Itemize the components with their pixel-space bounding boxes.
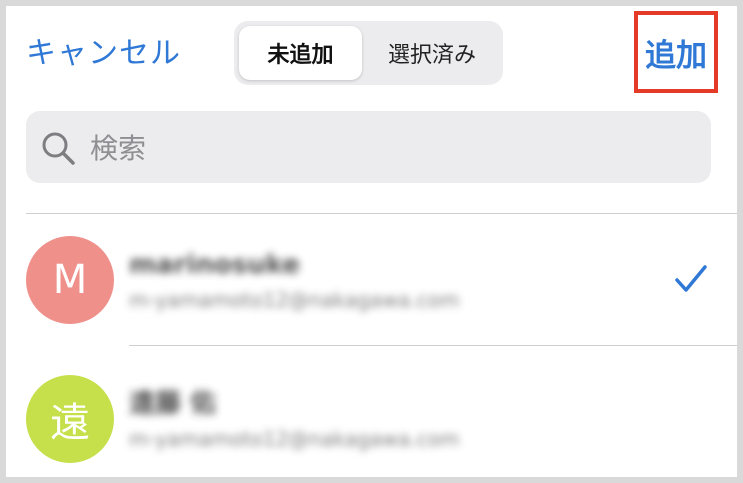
contact-row[interactable]: M marinosuke m-yamamoto12@nakagawa.com <box>6 224 737 344</box>
contact-email: m-yamamoto12@nakagawa.com <box>129 427 460 451</box>
contact-row[interactable]: 遠 遠藤 佑 m-yamamoto12@nakagawa.com <box>6 351 737 471</box>
segmented-control: 未追加 選択済み <box>234 21 503 85</box>
search-bar[interactable] <box>26 111 711 185</box>
tab-selected[interactable]: 選択済み <box>364 26 500 80</box>
search-input[interactable] <box>88 111 692 185</box>
contact-name: marinosuke <box>129 250 300 280</box>
add-button-highlight <box>634 11 718 93</box>
search-icon <box>42 132 75 165</box>
cancel-button[interactable]: キャンセル <box>26 36 181 72</box>
contact-name: 遠藤 佑 <box>129 389 217 419</box>
list-divider <box>26 213 737 214</box>
tab-not-added[interactable]: 未追加 <box>239 26 362 80</box>
row-divider <box>129 345 737 346</box>
avatar-initial: 遠 <box>50 400 90 446</box>
contact-picker-screen: キャンセル 未追加 選択済み 追加 M marinosuke m-yamamot… <box>6 6 737 477</box>
checkmark-icon <box>675 265 707 292</box>
avatar-initial: M <box>52 257 88 303</box>
contact-email: m-yamamoto12@nakagawa.com <box>129 288 460 312</box>
avatar: 遠 <box>26 375 114 463</box>
avatar: M <box>26 236 114 324</box>
